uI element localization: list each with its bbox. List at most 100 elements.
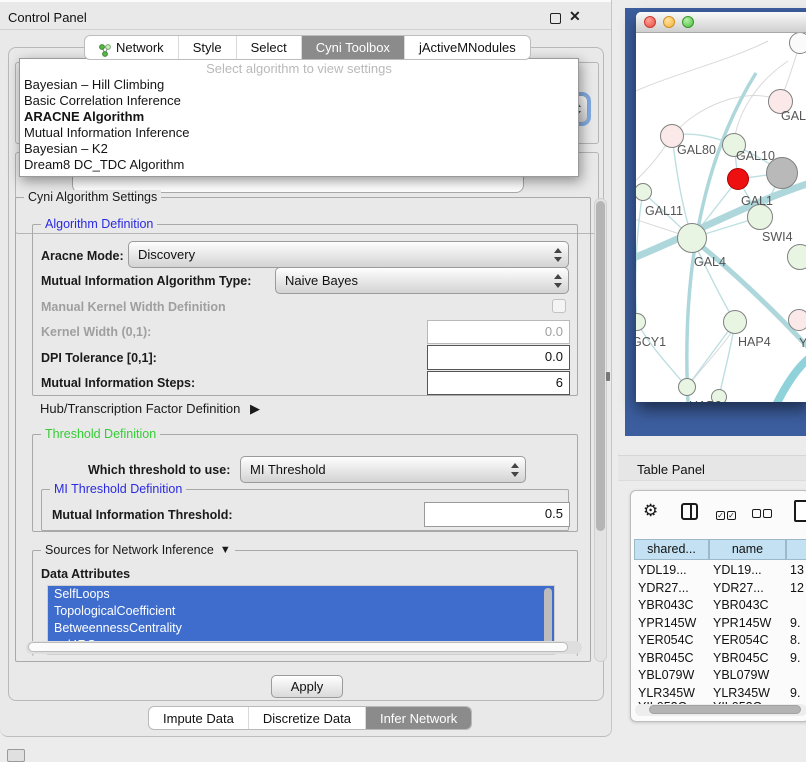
mi-algorithm-type-label: Mutual Information Algorithm Type: <box>41 274 251 288</box>
window-minimize-button[interactable] <box>663 16 675 28</box>
manual-kernel-label: Manual Kernel Width Definition <box>41 300 226 314</box>
network-node[interactable] <box>789 33 806 54</box>
expand-right-icon[interactable]: ▶ <box>250 401 260 416</box>
aracne-mode-label: Aracne Mode: <box>41 249 124 263</box>
column-header-shared[interactable]: shared... <box>634 539 709 560</box>
mi-threshold-definition-group: MI Threshold Definition Mutual Informati… <box>41 489 569 531</box>
network-node[interactable] <box>723 310 747 334</box>
dpi-tolerance-field[interactable]: 0.0 <box>427 345 570 370</box>
mi-steps-label: Mutual Information Steps: <box>41 376 195 390</box>
control-panel-titlebar: Control Panel ✕ <box>0 0 611 30</box>
hub-definition-expander[interactable]: Hub/Transcription Factor Definition ▶ <box>40 401 260 417</box>
node-label: GAL11 <box>645 204 683 218</box>
tab-network[interactable]: Network <box>85 36 178 59</box>
table-row[interactable]: YBR043C YBR043C <box>631 597 806 615</box>
tab-discretize-data[interactable]: Discretize Data <box>248 707 365 729</box>
node-label: GAL80 <box>677 143 716 157</box>
settings-hscrollbar-thumb[interactable] <box>28 642 568 652</box>
float-panel-icon[interactable] <box>550 13 561 24</box>
table-row[interactable]: YER054C YER054C 8. <box>631 632 806 650</box>
network-node[interactable] <box>727 168 749 190</box>
network-canvas[interactable]: GAL GAL80 GAL10 GAL1 GAL11 SWI4 GAL4 GCY… <box>636 33 806 402</box>
window-zoom-button[interactable] <box>682 16 694 28</box>
table-row[interactable]: YDR27... YDR27... 12 <box>631 580 806 598</box>
algorithm-option[interactable]: Mutual Information Inference <box>20 125 578 141</box>
column-header-partial[interactable] <box>786 539 806 560</box>
node-label: GAL4 <box>694 255 726 269</box>
mi-algorithm-type-combo[interactable]: Naive Bayes <box>275 267 569 294</box>
tab-jactivemnodules[interactable]: jActiveMNodules <box>404 36 530 59</box>
node-label: GAL10 <box>736 149 775 163</box>
dpi-tolerance-label: DPI Tolerance [0,1]: <box>41 351 157 365</box>
tab-cyni-toolbox[interactable]: Cyni Toolbox <box>301 36 404 59</box>
algorithm-option[interactable]: Bayesian – K2 <box>20 141 578 157</box>
network-node[interactable] <box>677 223 707 253</box>
kernel-width-label: Kernel Width (0,1): <box>41 325 151 339</box>
cyni-bottom-tabs: Impute Data Discretize Data Infer Networ… <box>148 706 472 730</box>
table-row[interactable]: YBL079W YBL079W <box>631 667 806 685</box>
node-label: GAL1 <box>741 194 773 208</box>
tab-style[interactable]: Style <box>178 36 236 59</box>
settings-hscrollbar[interactable] <box>26 641 582 654</box>
settings-vscrollbar[interactable] <box>594 198 607 662</box>
mi-threshold-field[interactable]: 0.5 <box>424 502 570 527</box>
table-row[interactable]: YBR045C YBR045C 9. <box>631 650 806 668</box>
algorithm-definition-group: Algorithm Definition Aracne Mode: Discov… <box>32 224 578 396</box>
select-all-checks-icon[interactable]: ✓✓ <box>716 507 736 521</box>
network-node[interactable] <box>678 378 696 396</box>
new-table-icon[interactable] <box>794 500 806 522</box>
table-panel-window: ⚙ ✓✓ shared... name YDL19... YDL19... 13… <box>630 490 806 722</box>
cyni-toolbox-panel: Select algorithm to view settings Bayesi… <box>8 47 604 701</box>
algorithm-option[interactable]: Basic Correlation Inference <box>20 93 578 109</box>
table-hscrollbar[interactable] <box>635 704 806 716</box>
tab-select[interactable]: Select <box>236 36 301 59</box>
group-title: MI Threshold Definition <box>50 482 186 496</box>
column-header-name[interactable]: name <box>709 539 786 560</box>
node-label: HAP2 <box>689 399 722 402</box>
network-node[interactable] <box>787 244 806 270</box>
cyni-algorithm-settings-group: Cyni Algorithm Settings Algorithm Defini… <box>15 197 591 662</box>
panel-title: Control Panel <box>8 10 87 25</box>
node-label: HAP4 <box>738 335 771 349</box>
apply-button[interactable]: Apply <box>271 675 343 698</box>
network-icon <box>99 41 111 54</box>
aracne-mode-combo[interactable]: Discovery <box>128 241 569 268</box>
minimized-panel-icon[interactable] <box>7 749 25 762</box>
network-window-titlebar <box>636 12 806 33</box>
algorithm-option[interactable]: Dream8 DC_TDC Algorithm <box>20 157 578 173</box>
settings-vscrollbar-thumb[interactable] <box>596 201 605 531</box>
algorithm-dropdown-hint: Select algorithm to view settings <box>20 60 578 77</box>
close-panel-icon[interactable]: ✕ <box>569 8 581 25</box>
columns-icon[interactable] <box>681 503 698 520</box>
tab-infer-network[interactable]: Infer Network <box>365 707 471 729</box>
network-desktop-background: GAL GAL80 GAL10 GAL1 GAL11 SWI4 GAL4 GCY… <box>625 8 806 436</box>
table-row[interactable]: YPR145W YPR145W 9. <box>631 615 806 633</box>
unselect-all-checks-icon[interactable] <box>752 507 772 521</box>
attribute-item[interactable]: BetweennessCentrality <box>48 620 554 637</box>
mi-steps-field[interactable]: 6 <box>427 371 570 395</box>
table-panel-bar: Table Panel <box>618 455 806 481</box>
attribute-item[interactable]: TopologicalCoefficient <box>48 603 554 620</box>
table-row[interactable]: YDL19... YDL19... 13 <box>631 562 806 580</box>
window-close-button[interactable] <box>644 16 656 28</box>
stepper-arrows-icon <box>553 274 562 288</box>
tab-impute-data[interactable]: Impute Data <box>149 707 248 729</box>
gear-icon[interactable]: ⚙ <box>643 501 658 521</box>
table-hscrollbar-thumb[interactable] <box>649 705 801 714</box>
algorithm-option-selected[interactable]: ARACNE Algorithm <box>20 109 578 125</box>
algorithm-option[interactable]: Bayesian – Hill Climbing <box>20 77 578 93</box>
stepper-arrows-icon <box>553 248 562 262</box>
kernel-width-field[interactable]: 0.0 <box>427 320 570 344</box>
node-label: Y <box>799 336 806 350</box>
which-threshold-combo[interactable]: MI Threshold <box>240 456 526 483</box>
manual-kernel-checkbox[interactable] <box>552 299 566 313</box>
list-scrollbar-thumb[interactable] <box>544 588 552 648</box>
group-title: Threshold Definition <box>41 427 160 441</box>
collapse-down-icon[interactable]: ▼ <box>220 544 231 556</box>
panel-divider-handle[interactable] <box>606 372 610 381</box>
network-node[interactable] <box>788 309 806 331</box>
table-panel-title: Table Panel <box>637 462 705 477</box>
algorithm-dropdown-popup: Select algorithm to view settings Bayesi… <box>19 58 579 177</box>
attribute-item[interactable]: SelfLoops <box>48 586 554 603</box>
node-label: GCY1 <box>636 335 666 349</box>
